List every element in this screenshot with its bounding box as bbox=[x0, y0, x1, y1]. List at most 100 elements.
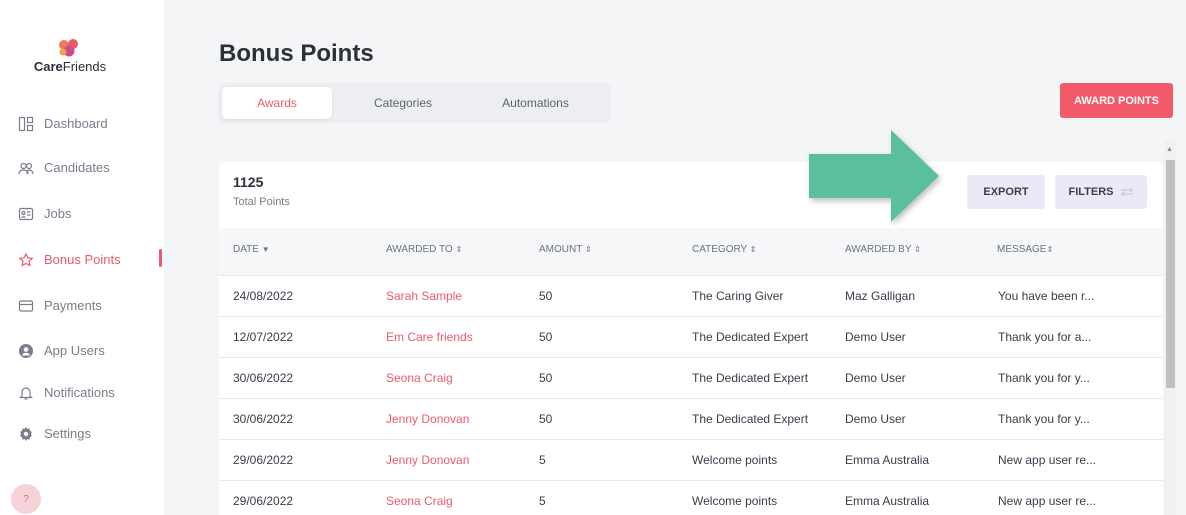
row-divider bbox=[219, 275, 1163, 276]
tab-categories[interactable]: Categories bbox=[338, 87, 468, 119]
row-divider bbox=[219, 357, 1163, 358]
logo-text: CareFriends bbox=[33, 59, 107, 74]
sort-icon: ⇕ bbox=[455, 245, 463, 254]
column-header-awarded-to[interactable]: AWARDED TO ⇕ bbox=[386, 244, 462, 255]
cell-awarded-by: Demo User bbox=[845, 412, 906, 426]
filters-label: FILTERS bbox=[1068, 186, 1114, 198]
cell-message: Thank you for y... bbox=[998, 371, 1090, 385]
column-header-amount[interactable]: AMOUNT ⇕ bbox=[539, 244, 592, 255]
star-icon bbox=[18, 252, 34, 267]
tab-awards[interactable]: Awards bbox=[222, 87, 332, 119]
cell-awarded-to[interactable]: Sarah Sample bbox=[386, 289, 462, 303]
row-divider bbox=[219, 398, 1163, 399]
sidebar-item-label: Payments bbox=[44, 298, 102, 313]
sidebar-item-dashboard[interactable]: Dashboard bbox=[0, 112, 164, 136]
carefriends-logo[interactable]: CareFriends bbox=[30, 38, 130, 78]
cell-awarded-by: Maz Galligan bbox=[845, 289, 916, 303]
cell-message: New app user re... bbox=[998, 494, 1097, 508]
sidebar-item-label: Dashboard bbox=[44, 116, 108, 131]
cell-category: The Dedicated Expert bbox=[692, 330, 809, 344]
row-divider bbox=[219, 439, 1163, 440]
cell-amount: 50 bbox=[539, 371, 553, 385]
cell-awarded-to[interactable]: Jenny Donovan bbox=[386, 412, 469, 426]
cell-category: The Caring Giver bbox=[692, 289, 784, 303]
sidebar-item-label: Bonus Points bbox=[44, 252, 121, 267]
sort-icon: ⇕ bbox=[584, 245, 592, 254]
cell-category: Welcome points bbox=[692, 494, 778, 508]
cell-awarded-by: Demo User bbox=[845, 371, 906, 385]
sidebar-item-jobs[interactable]: Jobs bbox=[0, 202, 164, 226]
cell-date: 24/08/2022 bbox=[233, 289, 294, 303]
sidebar-item-app-users[interactable]: App Users bbox=[0, 339, 164, 363]
total-points-value: 1125 bbox=[233, 174, 264, 190]
cell-date: 12/07/2022 bbox=[233, 330, 294, 344]
sort-down-icon: ▼ bbox=[261, 245, 270, 254]
gear-icon bbox=[20, 427, 32, 441]
cell-category: Welcome points bbox=[692, 453, 778, 467]
cell-message: You have been r... bbox=[998, 289, 1095, 303]
cell-message: Thank you for a... bbox=[998, 330, 1092, 344]
active-indicator bbox=[159, 249, 162, 267]
sidebar-item-bonus-points[interactable]: Bonus Points bbox=[0, 248, 164, 272]
annotation-arrow-icon bbox=[809, 130, 939, 222]
cell-message: Thank you for y... bbox=[998, 412, 1090, 426]
cell-awarded-to[interactable]: Seona Craig bbox=[386, 371, 453, 385]
sidebar-item-notifications[interactable]: Notifications bbox=[0, 381, 164, 405]
cell-awarded-by: Emma Australia bbox=[845, 494, 930, 508]
sidebar-item-label: Settings bbox=[44, 426, 91, 441]
sidebar-item-payments[interactable]: Payments bbox=[0, 294, 164, 318]
sort-icon: ⇕ bbox=[749, 245, 757, 254]
cell-amount: 50 bbox=[539, 289, 553, 303]
cell-amount: 50 bbox=[539, 412, 553, 426]
cell-awarded-by: Emma Australia bbox=[845, 453, 930, 467]
row-divider bbox=[219, 316, 1163, 317]
filters-button[interactable]: FILTERS bbox=[1055, 175, 1147, 209]
dashboard-icon bbox=[18, 116, 34, 132]
sort-icon: ⇕ bbox=[914, 245, 921, 254]
help-button[interactable]: ? bbox=[11, 484, 41, 514]
cell-awarded-to[interactable]: Jenny Donovan bbox=[386, 453, 469, 467]
cell-awarded-by: Demo User bbox=[845, 330, 906, 344]
column-header-message[interactable]: MESSAGE⇕ bbox=[997, 244, 1053, 255]
column-header-date[interactable]: DATE ▼ bbox=[233, 244, 270, 255]
sidebar-item-label: Jobs bbox=[44, 206, 72, 221]
total-points-label: Total Points bbox=[233, 196, 290, 208]
cell-date: 30/06/2022 bbox=[233, 371, 294, 385]
sidebar: CareFriends Dashboard Candidates Jobs Bo… bbox=[0, 0, 164, 515]
cell-date: 29/06/2022 bbox=[233, 453, 294, 467]
export-label: EXPORT bbox=[983, 186, 1029, 198]
tabs-bar: Awards Categories Automations bbox=[218, 83, 611, 123]
row-divider bbox=[219, 480, 1163, 481]
id-card-icon bbox=[18, 207, 34, 221]
sidebar-item-candidates[interactable]: Candidates bbox=[0, 156, 164, 180]
sidebar-item-settings[interactable]: Settings bbox=[0, 422, 164, 446]
column-header-awarded-by[interactable]: AWARDED BY ⇕ bbox=[845, 244, 921, 255]
cell-date: 29/06/2022 bbox=[233, 494, 294, 508]
bell-icon bbox=[19, 387, 33, 400]
cell-awarded-to[interactable]: Seona Craig bbox=[386, 494, 453, 508]
logo-hearts-icon bbox=[59, 39, 78, 57]
sidebar-item-label: Notifications bbox=[44, 385, 115, 400]
sort-icon: ⇕ bbox=[1046, 245, 1054, 254]
scroll-up-arrow-icon[interactable]: ▲ bbox=[1166, 146, 1173, 153]
filter-sliders-icon bbox=[1120, 187, 1133, 197]
cell-awarded-to[interactable]: Em Care friends bbox=[386, 330, 473, 344]
cell-category: The Dedicated Expert bbox=[692, 371, 809, 385]
cell-message: New app user re... bbox=[998, 453, 1097, 467]
cell-amount: 5 bbox=[539, 494, 546, 508]
cell-category: The Dedicated Expert bbox=[692, 412, 809, 426]
column-header-category[interactable]: CATEGORY ⇕ bbox=[692, 244, 757, 255]
people-icon bbox=[18, 162, 34, 175]
tab-automations[interactable]: Automations bbox=[468, 87, 603, 119]
sidebar-item-label: App Users bbox=[44, 343, 105, 358]
award-points-button[interactable]: AWARD POINTS bbox=[1060, 83, 1173, 118]
scrollbar-thumb[interactable] bbox=[1166, 160, 1175, 388]
sidebar-item-label: Candidates bbox=[44, 160, 110, 175]
user-circle-icon bbox=[19, 344, 33, 358]
credit-card-icon bbox=[18, 300, 34, 312]
cell-amount: 50 bbox=[539, 330, 553, 344]
cell-amount: 5 bbox=[539, 453, 546, 467]
cell-date: 30/06/2022 bbox=[233, 412, 294, 426]
export-button[interactable]: EXPORT bbox=[967, 175, 1045, 209]
page-title: Bonus Points bbox=[219, 40, 374, 67]
